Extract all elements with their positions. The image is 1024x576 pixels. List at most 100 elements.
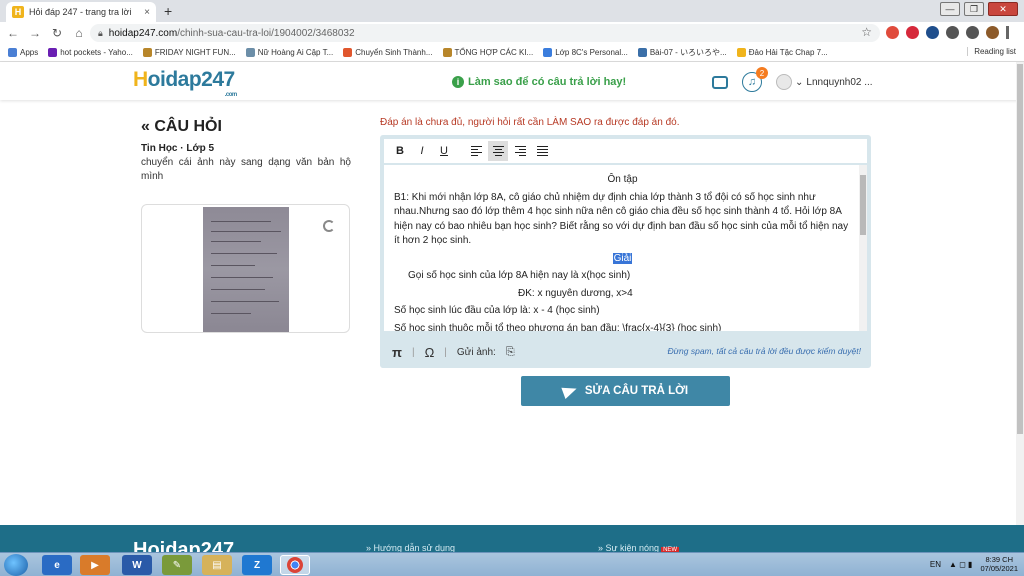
browser-tab-strip: H Hỏi đáp 247 - trang tra lời × + — ❐ ✕ [0,0,1024,22]
minimize-button[interactable]: — [940,2,960,16]
answer-tips-link[interactable]: i Làm sao để có câu trả lời hay! [452,76,626,88]
new-tab-button[interactable]: + [164,3,172,19]
submit-edit-button[interactable]: SỬA CÂU TRẢ LỜI [521,376,730,406]
italic-button[interactable]: I [412,141,432,161]
zalo-icon[interactable]: Z [242,555,272,575]
clock[interactable]: 8:39 CH 07/05/2021 [980,555,1018,573]
bookmark-item[interactable]: hot pockets - Yaho... [48,48,133,57]
extension-icons [886,26,1009,39]
url-host: hoidap247.com [108,27,178,39]
site-logo[interactable]: Hoidap247 .com [133,68,237,98]
tab-close-icon[interactable]: × [144,7,150,18]
align-justify-icon[interactable] [532,141,552,161]
align-center-icon[interactable] [488,141,508,161]
answer-title: Ôn tập [607,174,638,185]
internet-explorer-icon[interactable]: e [42,555,72,575]
extension-icon[interactable] [926,26,939,39]
system-tray: EN ▲ ◻ ▮ 8:39 CH 07/05/2021 [930,555,1018,573]
username: Lnnquynh02 ... [806,76,873,88]
answer-line: Số học sinh thuộc mỗi tổ theo phương án … [394,322,722,332]
answer-warning: Đáp án là chưa đủ, người hỏi rất cần LÀM… [380,117,680,128]
maximize-button[interactable]: ❐ [964,2,984,16]
rotate-image-icon[interactable] [323,220,335,232]
bookmark-apps[interactable]: Apps [8,48,38,57]
editor-scrollbar[interactable] [859,165,867,331]
bookmark-item[interactable]: Nữ Hoàng Ai Cập T... [245,48,333,57]
answer-line: Số học sinh lúc đầu của lớp là: x - 4 (h… [394,305,600,316]
apps-grid-icon [8,48,17,57]
address-bar[interactable]: 🔒︎ hoidap247.com /chinh-sua-cau-tra-loi/… [90,24,880,42]
bookmark-favicon-icon [442,48,452,57]
answer-editor: B I U Ôn tập B1: Khi mới nhận lớp 8A, cô… [380,135,871,368]
question-heading[interactable]: « CÂU HỎI [141,118,222,136]
math-formula-button[interactable]: π [392,345,402,360]
special-character-button[interactable]: Ω [425,345,435,360]
bookmark-item[interactable]: Bài-07 - いろいろや... [637,47,727,58]
paperclip-icon[interactable]: ⎘ [506,346,515,359]
notification-bell-icon[interactable]: ♫ 2 [742,67,768,92]
windows-taskbar: e ▶ W ✎ ▤ Z EN ▲ ◻ ▮ 8:39 CH 07/05/2021 [0,552,1024,576]
bookmark-item[interactable]: Đảo Hải Tặc Chap 7... [736,48,828,57]
page-scrollbar[interactable] [1016,62,1024,552]
scrollbar-thumb[interactable] [860,175,866,235]
bookmarks-bar: Apps hot pockets - Yaho... FRIDAY NIGHT … [0,44,1024,62]
avatar [776,74,792,90]
bookmark-favicon-icon [736,48,746,57]
site-footer: Hoidap247 » Hướng dẫn sử dụng » Sự kiện … [0,525,1024,561]
send-plane-icon [561,382,579,400]
page-scrollbar-thumb[interactable] [1017,64,1023,434]
bookmark-item[interactable]: Chuyển Sinh Thành... [343,48,433,57]
bold-button[interactable]: B [390,141,410,161]
media-player-icon[interactable]: ▶ [80,555,110,575]
site-favicon-icon: H [12,6,24,18]
align-left-icon[interactable] [466,141,486,161]
answer-problem: B1: Khi mới nhận lớp 8A, cô giáo chủ nhi… [394,191,849,247]
menu-kebab-icon[interactable] [1006,26,1009,39]
chrome-icon[interactable] [280,555,310,575]
user-menu[interactable]: ⌄ Lnnquynh02 ... [776,74,873,90]
bookmark-star-icon[interactable]: ☆ [861,25,872,39]
question-image[interactable] [141,204,350,333]
header-actions: ♫ 2 ⌄ Lnnquynh02 ... [712,67,873,92]
media-icon[interactable] [966,26,979,39]
paint-icon[interactable]: ✎ [162,555,192,575]
avatar[interactable] [986,26,999,39]
reload-icon[interactable]: ↻ [48,26,66,40]
file-explorer-icon[interactable]: ▤ [202,555,232,575]
question-text: chuyển cái ảnh này sang dạng văn bản hộ … [141,157,351,182]
yahoo-icon [48,48,58,57]
url-path: /chinh-sua-cau-tra-loi/1904002/3468032 [177,27,355,39]
network-icon[interactable]: ▲ ◻ ▮ [949,560,972,569]
start-button[interactable] [4,554,28,576]
chat-icon[interactable] [712,75,728,89]
lock-icon: 🔒︎ [98,27,103,38]
forward-arrow-icon[interactable]: → [26,26,44,40]
close-window-button[interactable]: ✕ [988,2,1018,16]
word-icon[interactable]: W [122,555,152,575]
tab-title: Hỏi đáp 247 - trang tra lời [29,7,132,17]
editor-toolbar: B I U [384,139,867,163]
info-icon: i [452,76,464,88]
answer-textarea[interactable]: Ôn tập B1: Khi mới nhận lớp 8A, cô giáo … [384,165,867,331]
underline-button[interactable]: U [434,141,454,161]
bookmark-item[interactable]: Lớp 8C's Personal... [543,48,628,57]
language-indicator[interactable]: EN [930,560,941,569]
editor-footer: π | Ω | Gửi ảnh: ⎘ Đừng spam, tất cả câu… [392,344,861,360]
align-right-icon[interactable] [510,141,530,161]
site-header: Hoidap247 .com i Làm sao để có câu trả lờ… [0,62,1024,100]
reading-list-button[interactable]: Reading list [967,47,1016,56]
shield-extension-icon[interactable] [906,26,919,39]
browser-tab[interactable]: H Hỏi đáp 247 - trang tra lời × [6,2,156,22]
bookmark-favicon-icon [142,48,152,57]
bookmark-item[interactable]: TỔNG HỢP CÁC KI... [442,48,533,57]
bookmark-favicon-icon [245,48,255,57]
handwritten-paper-image [203,207,289,332]
extension-icon[interactable] [886,26,899,39]
bookmark-item[interactable]: FRIDAY NIGHT FUN... [142,48,236,57]
question-subject: Tin Học · Lớp 5 [141,143,215,154]
answer-line: Gọi số học sinh của lớp 8A hiện nay là x… [408,270,631,281]
puzzle-icon[interactable] [946,26,959,39]
chevron-down-icon: ⌄ [795,76,804,88]
home-icon[interactable]: ⌂ [70,26,88,40]
back-arrow-icon[interactable]: ← [4,26,22,40]
